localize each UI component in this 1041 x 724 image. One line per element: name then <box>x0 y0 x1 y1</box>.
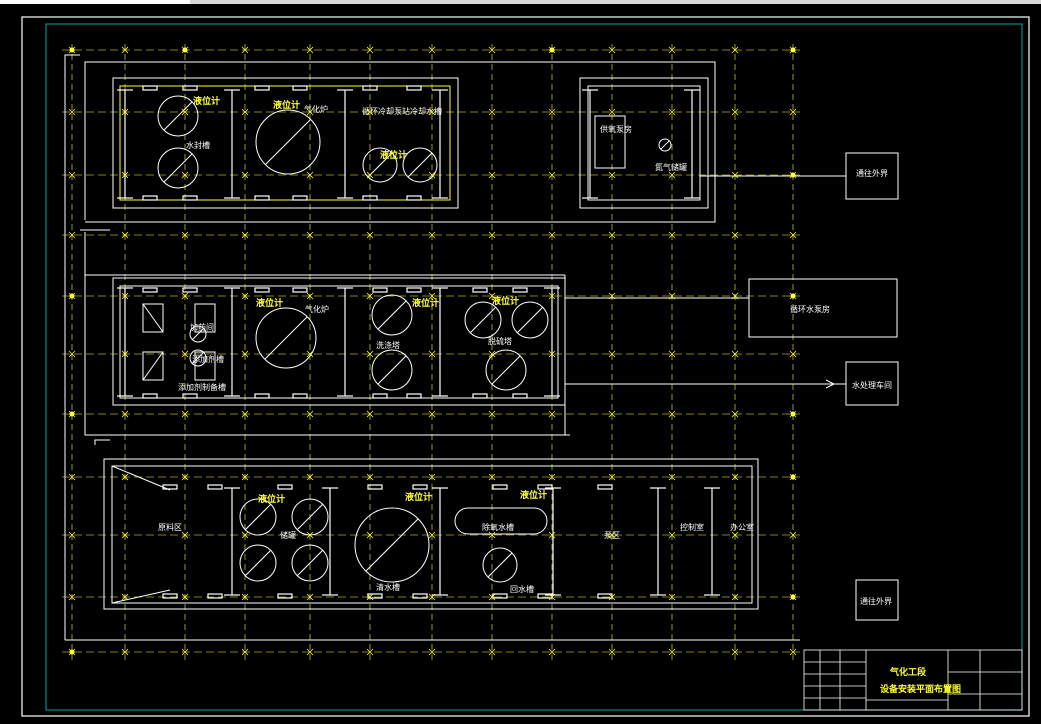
tag-3: 液位计 <box>380 149 407 161</box>
grid-node <box>549 47 555 53</box>
nitrogen-valve-diag <box>660 140 670 150</box>
beam-pad <box>492 484 508 490</box>
desulfur-diag <box>491 355 521 385</box>
label-ext-valve: 水处理车间 <box>852 380 892 390</box>
cad-drawing-canvas[interactable]: 液位计 液位计 液位计 液位计 液位计 液位计 液位计 液位计 液位计 水封槽 … <box>0 0 1041 724</box>
label-ext-bottom: 通往外界 <box>860 596 892 606</box>
beam-pad <box>472 393 488 399</box>
axis-grid <box>62 44 800 660</box>
external-boxes <box>565 152 899 621</box>
inner-frame <box>45 23 1023 711</box>
beam-pad <box>292 85 308 91</box>
label-gasifier-2: 气化炉 <box>305 304 329 314</box>
title-block <box>803 649 1023 711</box>
tag-4: 液位计 <box>256 297 283 309</box>
beam-pad <box>472 287 488 293</box>
grid-node <box>790 411 796 417</box>
tag-7: 液位计 <box>258 493 285 505</box>
beam-pad <box>142 85 158 91</box>
desulfur-diag <box>517 307 543 333</box>
beam-pad <box>207 484 223 490</box>
label-nitrogen-tank: 氮气储罐 <box>655 162 687 172</box>
grid-node <box>69 411 75 417</box>
beam-pad <box>142 393 158 399</box>
beam-pad <box>254 85 270 91</box>
beam-pad <box>142 195 158 201</box>
beam-pad <box>406 393 422 399</box>
beam-pad <box>254 287 270 293</box>
label-control-room: 控制室 <box>680 522 704 532</box>
grid-node <box>790 172 796 178</box>
label-tank-1a: 水封槽 <box>186 140 210 150</box>
beam-pad <box>142 287 158 293</box>
corridors <box>64 54 800 641</box>
beam-pad <box>207 593 223 599</box>
grid-node <box>69 649 75 655</box>
label-dosing: 添加剂制备槽 <box>178 382 226 392</box>
beam-pad <box>597 484 613 490</box>
beam-pad <box>254 393 270 399</box>
label-ext-top: 通往外界 <box>856 168 888 178</box>
label-feed-zone: 加药间 <box>190 322 214 332</box>
beam-pad <box>292 393 308 399</box>
beam-pad <box>254 195 270 201</box>
beam-pad <box>162 593 178 599</box>
label-recycle-tank: 回水槽 <box>510 584 534 594</box>
storage-diag <box>245 550 271 576</box>
washer-diag <box>377 355 407 385</box>
beam-pad <box>277 484 293 490</box>
grid-markers <box>68 46 797 656</box>
beam-pad <box>406 85 422 91</box>
clear-tank-diag <box>365 518 419 572</box>
grid-node <box>790 293 796 299</box>
label-office: 办公室 <box>730 522 754 532</box>
tag-9: 液位计 <box>520 489 547 501</box>
label-clear-water: 清水槽 <box>376 582 400 592</box>
grid-node <box>69 293 75 299</box>
tag-6: 液位计 <box>492 295 519 307</box>
beam-pad <box>277 593 293 599</box>
label-supply-pump: 供氧泵房 <box>600 124 632 134</box>
storage-diag <box>245 504 271 530</box>
grid-node <box>790 474 796 480</box>
beam-pad <box>292 287 308 293</box>
recycle-tank-diag <box>487 552 513 578</box>
label-desulfur-tower: 脱硫塔 <box>488 336 512 346</box>
grid-node <box>790 594 796 600</box>
cooler-diag <box>407 152 433 178</box>
gasifier-diag <box>265 119 311 165</box>
beam-pad <box>512 393 528 399</box>
beam-pad <box>512 287 528 293</box>
grid-node <box>182 47 188 53</box>
tag-8: 液位计 <box>405 491 432 503</box>
tag-2: 液位计 <box>273 99 300 111</box>
washer-diag <box>377 300 407 330</box>
title-line-1: 气化工段 <box>889 666 927 678</box>
label-deoxy-tank: 除氧水槽 <box>482 522 514 532</box>
tag-1: 液位计 <box>193 95 220 107</box>
tank-diag <box>163 101 193 131</box>
gasifier-diag <box>264 316 308 360</box>
beam-pad <box>412 593 428 599</box>
beam-pad <box>492 593 508 599</box>
label-dosing-2: 添加剂槽 <box>192 354 224 364</box>
hatches <box>142 115 626 535</box>
title-line-2: 设备安装平面布置图 <box>880 683 961 695</box>
label-raw-material-zone: 原料区 <box>158 522 182 532</box>
beam-pad <box>406 195 422 201</box>
beam-pad <box>406 287 422 293</box>
beam-pad <box>372 393 388 399</box>
label-gasifier-1: 气化炉 <box>304 104 328 114</box>
grid-node <box>69 47 75 53</box>
grid-node <box>790 47 796 53</box>
label-storage: 储罐 <box>280 530 296 540</box>
equipment-circles <box>157 95 672 583</box>
column-beams <box>117 85 720 599</box>
label-ext-mid: 循环水泵房 <box>790 304 830 314</box>
beam-pad <box>412 484 428 490</box>
beam-pad <box>372 287 388 293</box>
beam-pad <box>292 195 308 201</box>
labels: 液位计 液位计 液位计 液位计 液位计 液位计 液位计 液位计 液位计 水封槽 … <box>158 95 961 695</box>
label-washing-tower: 洗涤塔 <box>376 340 400 350</box>
